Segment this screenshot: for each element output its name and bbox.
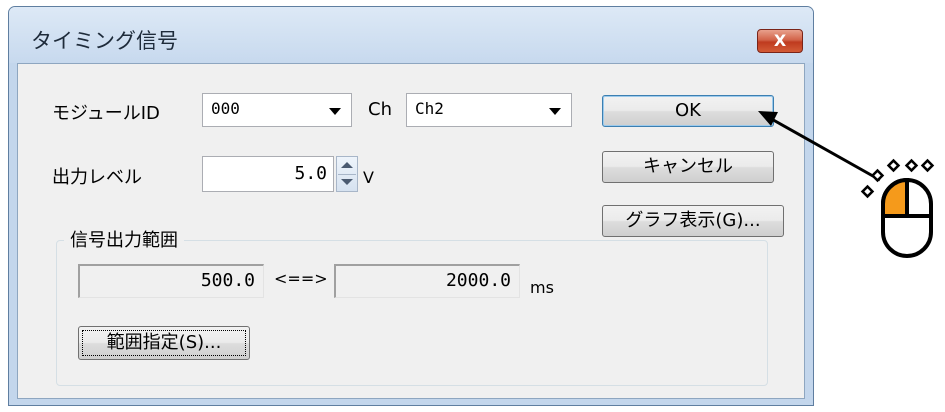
mouse-left-click-icon <box>860 158 935 258</box>
pointer-arrow <box>758 111 881 182</box>
arrow-head <box>758 111 778 126</box>
mouse-left-button <box>881 177 909 218</box>
